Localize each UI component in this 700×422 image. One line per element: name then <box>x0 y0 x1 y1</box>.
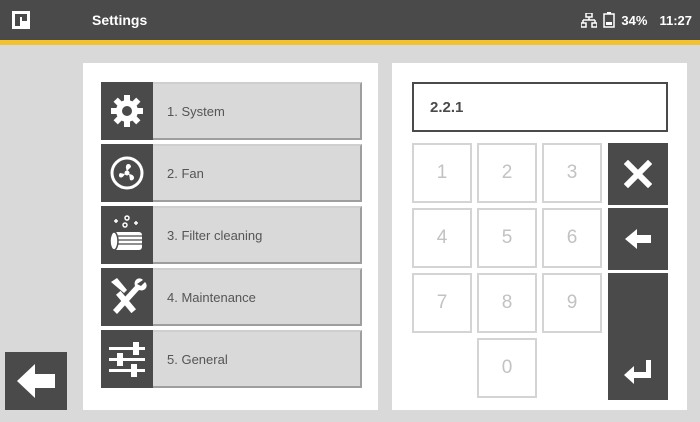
filter-cleaning-icon <box>101 206 153 264</box>
key-1[interactable]: 1 <box>412 143 472 203</box>
menu-item-maintenance[interactable]: 4. Maintenance <box>101 268 362 326</box>
key-3[interactable]: 3 <box>542 143 602 203</box>
menu-item-system[interactable]: 1. System <box>101 82 362 140</box>
key-9[interactable]: 9 <box>542 273 602 333</box>
clear-button[interactable] <box>608 143 668 205</box>
keypad-panel: 2.2.1 1 2 3 4 5 6 7 8 9 0 <box>392 63 687 410</box>
backspace-button[interactable] <box>608 208 668 270</box>
code-input[interactable]: 2.2.1 <box>412 82 668 132</box>
page-title: Settings <box>92 12 148 28</box>
backspace-arrow-icon <box>625 229 651 249</box>
back-arrow-icon <box>17 364 55 398</box>
key-2[interactable]: 2 <box>477 143 537 203</box>
menu-item-label: 5. General <box>167 351 228 367</box>
key-0[interactable]: 0 <box>477 338 537 398</box>
menu-item-label: 4. Maintenance <box>167 289 256 305</box>
sliders-icon <box>101 330 153 388</box>
key-6[interactable]: 6 <box>542 208 602 268</box>
back-button[interactable] <box>5 352 67 410</box>
settings-menu-panel: 1. System 2. Fan 3. Filter cleaning 4. M… <box>83 63 378 410</box>
battery-icon <box>603 12 616 28</box>
enter-button[interactable] <box>608 273 668 400</box>
menu-item-filter-cleaning[interactable]: 3. Filter cleaning <box>101 206 362 264</box>
clock: 11:27 <box>659 12 692 28</box>
key-5[interactable]: 5 <box>477 208 537 268</box>
header-accent-stripe <box>0 40 700 45</box>
status-area: 34% 11:27 <box>581 12 692 28</box>
enter-icon <box>624 359 651 384</box>
menu-item-label: 1. System <box>167 103 225 119</box>
gear-icon <box>101 82 153 140</box>
top-bar: Settings 34% 11:27 <box>0 0 700 40</box>
menu-item-label: 2. Fan <box>167 165 204 181</box>
menu-item-label: 3. Filter cleaning <box>167 227 263 243</box>
key-7[interactable]: 7 <box>412 273 472 333</box>
fan-icon <box>101 144 153 202</box>
battery-level: 34% <box>621 12 648 28</box>
close-icon <box>624 160 652 188</box>
tools-icon <box>101 268 153 326</box>
key-8[interactable]: 8 <box>477 273 537 333</box>
menu-item-fan[interactable]: 2. Fan <box>101 144 362 202</box>
menu-item-general[interactable]: 5. General <box>101 330 362 388</box>
network-icon <box>581 12 598 28</box>
app-logo-icon <box>12 11 30 29</box>
key-4[interactable]: 4 <box>412 208 472 268</box>
